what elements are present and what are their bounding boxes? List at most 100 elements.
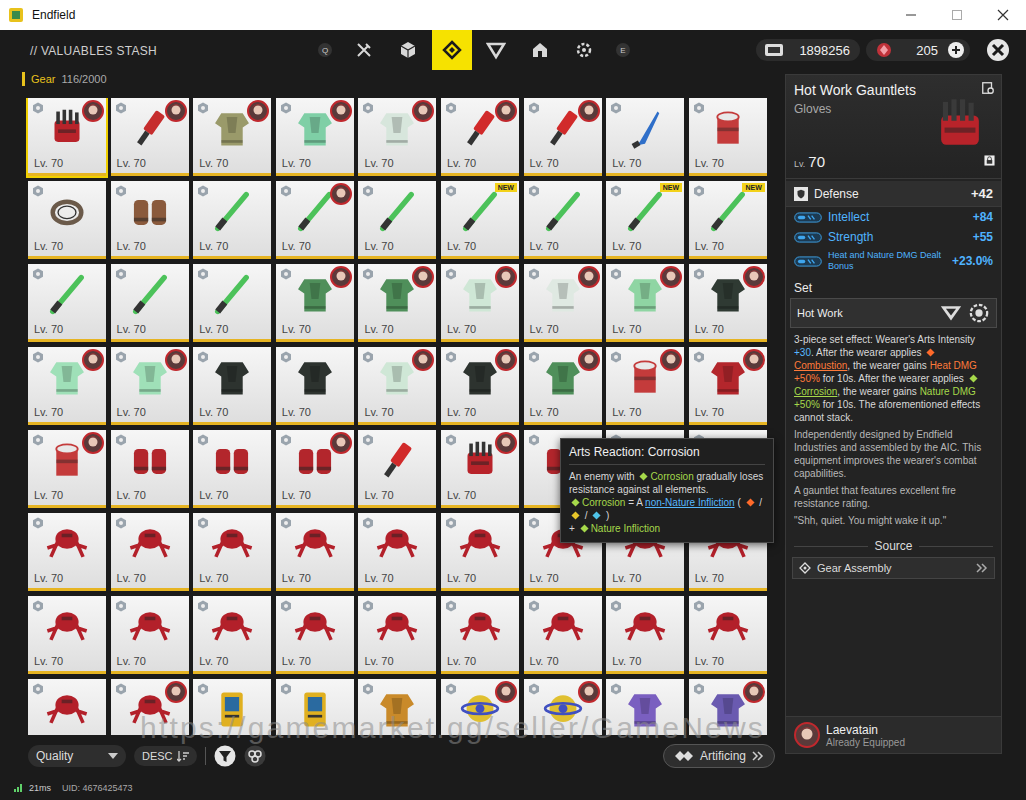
category-tab[interactable] xyxy=(476,30,516,70)
gear-card[interactable]: NEW Lv. 70 xyxy=(606,181,684,259)
set-effect-segment[interactable]: Combustion xyxy=(794,360,847,371)
gear-card[interactable]: Lv. 70 xyxy=(689,596,767,674)
gear-level: Lv. 70 xyxy=(606,322,684,336)
gear-card[interactable]: Lv. 70 xyxy=(28,98,106,176)
gear-card[interactable]: Lv. 70 xyxy=(441,264,519,342)
equipped-avatar-icon xyxy=(330,266,352,288)
gear-card[interactable]: Lv. 70 xyxy=(689,347,767,425)
sort-dropdown[interactable]: Quality xyxy=(28,745,126,767)
gear-card[interactable]: Lv. 70 xyxy=(111,347,189,425)
gear-card[interactable]: Lv. 70 xyxy=(193,513,271,591)
category-tab[interactable] xyxy=(520,30,560,70)
gear-card[interactable]: Lv. 70 xyxy=(28,264,106,342)
gear-type-icon xyxy=(362,351,374,363)
gear-card[interactable]: Lv. 70 xyxy=(441,596,519,674)
gear-card[interactable]: Lv. 70 xyxy=(606,596,684,674)
gear-card[interactable]: Lv. 70 xyxy=(524,181,602,259)
gear-card[interactable]: Lv. 70 xyxy=(524,347,602,425)
gear-card[interactable] xyxy=(358,679,436,735)
category-tab[interactable] xyxy=(432,30,472,70)
gear-card[interactable]: Lv. 70 xyxy=(606,98,684,176)
source-link[interactable]: Gear Assembly xyxy=(792,557,995,579)
gear-card[interactable]: Lv. 70 xyxy=(441,430,519,508)
gear-card[interactable]: Lv. 70 xyxy=(524,264,602,342)
artificing-button[interactable]: Artificing xyxy=(663,744,775,768)
gear-card[interactable]: Lv. 70 xyxy=(276,264,354,342)
equipped-by[interactable]: Laevatain Already Equipped xyxy=(786,716,1001,753)
lock-icon[interactable] xyxy=(984,155,995,166)
gear-card[interactable]: Lv. 70 xyxy=(28,181,106,259)
gear-card[interactable]: Lv. 70 xyxy=(524,596,602,674)
gear-card[interactable]: Lv. 70 xyxy=(111,430,189,508)
gear-card[interactable]: Lv. 70 xyxy=(28,513,106,591)
gear-card[interactable]: Lv. 70 xyxy=(111,98,189,176)
gear-card[interactable]: Lv. 70 xyxy=(358,347,436,425)
gear-card[interactable] xyxy=(193,679,271,735)
minimize-icon[interactable] xyxy=(888,0,934,30)
gear-card[interactable]: Lv. 70 xyxy=(441,347,519,425)
gear-card[interactable]: Lv. 70 xyxy=(111,513,189,591)
gear-card[interactable]: Lv. 70 xyxy=(193,596,271,674)
gear-card[interactable]: Lv. 70 xyxy=(111,596,189,674)
set-filter-icon[interactable] xyxy=(244,745,266,767)
tooltip-text[interactable]: non-Nature Infliction xyxy=(645,497,735,508)
gear-card[interactable]: Lv. 70 xyxy=(358,181,436,259)
gear-card[interactable]: Lv. 70 xyxy=(276,430,354,508)
gear-card[interactable]: Lv. 70 xyxy=(111,264,189,342)
gear-card[interactable]: Lv. 70 xyxy=(193,98,271,176)
gear-card[interactable] xyxy=(28,679,106,735)
add-currency-icon[interactable] xyxy=(948,42,964,58)
maximize-icon[interactable] xyxy=(934,0,980,30)
close-stash-icon[interactable] xyxy=(986,38,1010,62)
gear-card[interactable]: Lv. 70 xyxy=(358,264,436,342)
gear-card[interactable] xyxy=(689,679,767,735)
category-tab[interactable] xyxy=(388,30,428,70)
category-tab[interactable] xyxy=(564,30,604,70)
gear-card[interactable]: Lv. 70 xyxy=(193,181,271,259)
gear-card[interactable]: Lv. 70 xyxy=(28,596,106,674)
gear-card[interactable]: Lv. 70 xyxy=(689,98,767,176)
gear-card[interactable]: Lv. 70 xyxy=(193,347,271,425)
category-tab[interactable] xyxy=(344,30,384,70)
gear-level: Lv. 70 xyxy=(276,405,354,419)
gear-card[interactable] xyxy=(111,679,189,735)
compare-icon[interactable] xyxy=(981,81,995,95)
gear-card[interactable]: Lv. 70 xyxy=(276,596,354,674)
sort-order-button[interactable]: DESC xyxy=(134,746,197,766)
gear-card[interactable]: Lv. 70 xyxy=(358,513,436,591)
gear-card[interactable]: Lv. 70 xyxy=(111,181,189,259)
gear-card[interactable]: Lv. 70 xyxy=(276,513,354,591)
gear-card[interactable]: Lv. 70 xyxy=(193,430,271,508)
gear-card[interactable]: Lv. 70 xyxy=(358,596,436,674)
close-window-icon[interactable] xyxy=(980,0,1026,30)
set-effect-segment[interactable]: Corrosion xyxy=(794,386,837,397)
gear-card[interactable]: Lv. 70 xyxy=(606,347,684,425)
prev-key[interactable]: Q xyxy=(318,43,332,57)
gear-card[interactable]: Lv. 70 xyxy=(276,98,354,176)
gear-card[interactable]: Lv. 70 xyxy=(28,347,106,425)
gear-card[interactable]: Lv. 70 xyxy=(358,98,436,176)
filter-icon[interactable] xyxy=(214,745,236,767)
gear-card[interactable] xyxy=(276,679,354,735)
gear-card[interactable]: NEW Lv. 70 xyxy=(441,181,519,259)
gear-card[interactable]: Lv. 70 xyxy=(524,98,602,176)
gear-card[interactable]: Lv. 70 xyxy=(689,264,767,342)
gear-card[interactable]: Lv. 70 xyxy=(276,181,354,259)
gear-card[interactable]: Lv. 70 xyxy=(606,264,684,342)
gear-card[interactable]: Lv. 70 xyxy=(193,264,271,342)
gear-card[interactable] xyxy=(524,679,602,735)
gear-card[interactable] xyxy=(606,679,684,735)
gear-card[interactable]: Lv. 70 xyxy=(358,430,436,508)
gear-card[interactable]: Lv. 70 xyxy=(28,430,106,508)
watermark: https://gamemarket.gg/seller/GameNews xyxy=(140,712,765,744)
gear-level: Lv. 70 xyxy=(111,239,189,253)
equipped-avatar-icon xyxy=(578,681,600,703)
next-key[interactable]: E xyxy=(616,43,630,57)
gear-card[interactable]: Lv. 70 xyxy=(441,98,519,176)
ping: 21ms xyxy=(29,783,51,793)
gear-card[interactable] xyxy=(441,679,519,735)
inventory-column: Gear 116/2000 Lv. 70 Lv. 70 Lv. 70 Lv. 7… xyxy=(0,70,777,776)
gear-card[interactable]: NEW Lv. 70 xyxy=(689,181,767,259)
gear-card[interactable]: Lv. 70 xyxy=(276,347,354,425)
gear-card[interactable]: Lv. 70 xyxy=(441,513,519,591)
